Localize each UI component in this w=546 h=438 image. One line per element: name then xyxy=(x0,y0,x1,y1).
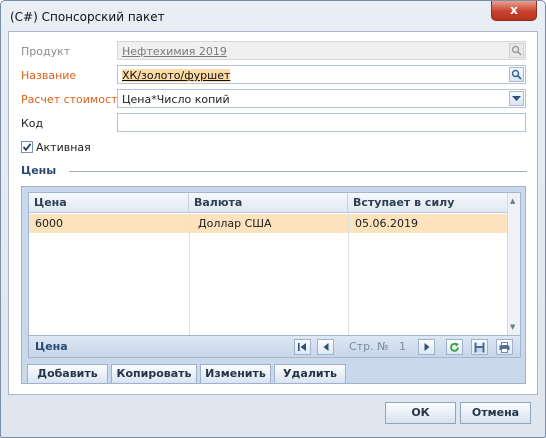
code-label: Код xyxy=(21,117,44,130)
product-label: Продукт xyxy=(21,45,71,58)
column-header-effective-date[interactable]: Вступает в силу xyxy=(348,193,509,213)
cost-calculation-select[interactable]: Цена*Число копий xyxy=(117,89,526,108)
grid-vertical-scrollbar[interactable]: ▲ ▼ xyxy=(507,193,520,335)
cost-calculation-value: Цена*Число копий xyxy=(122,93,230,106)
prices-grid: Цена Валюта Вступает в силу 6000 Доллар … xyxy=(28,192,521,336)
refresh-icon xyxy=(450,342,459,352)
grid-header: Цена Валюта Вступает в силу xyxy=(29,193,509,213)
cost-calculation-label: Расчет стоимости xyxy=(21,93,125,106)
page-label: Стр. № xyxy=(349,340,389,353)
prices-section-title: Цены xyxy=(21,164,57,177)
column-divider xyxy=(348,213,349,335)
active-label[interactable]: Активная xyxy=(36,141,91,154)
first-page-icon xyxy=(298,343,306,351)
scroll-up-icon[interactable]: ▲ xyxy=(510,197,515,205)
scroll-down-icon[interactable]: ▼ xyxy=(510,323,515,331)
row-price: 6000 xyxy=(35,217,63,230)
row-effective-date: 05.06.2019 xyxy=(355,217,418,230)
prices-panel: Цена Валюта Вступает в силу 6000 Доллар … xyxy=(21,186,526,384)
grid-footer-title: Цена xyxy=(35,340,68,353)
delete-button[interactable]: Удалить xyxy=(274,364,346,384)
prev-page-button[interactable] xyxy=(317,339,334,355)
refresh-button[interactable] xyxy=(446,339,463,355)
grid-footer: Цена Стр. № 1 xyxy=(28,336,521,358)
first-page-button[interactable] xyxy=(294,339,311,355)
product-value: Нефтехимия 2019 xyxy=(122,45,227,58)
cancel-button[interactable]: Отмена xyxy=(460,402,531,424)
dialog-body: Продукт Нефтехимия 2019 Название ХК/золо… xyxy=(8,31,538,395)
window-title: (C#) Спонсорский пакет xyxy=(10,10,165,24)
page-number: 1 xyxy=(399,340,406,353)
next-page-button[interactable] xyxy=(418,339,435,355)
search-icon xyxy=(511,45,522,56)
name-lookup-button[interactable] xyxy=(509,67,524,82)
chevron-right-icon xyxy=(424,343,429,351)
product-field: Нефтехимия 2019 xyxy=(117,41,526,60)
print-button[interactable] xyxy=(496,339,513,355)
active-checkbox[interactable] xyxy=(21,141,33,153)
copy-button[interactable]: Копировать xyxy=(111,364,197,384)
chevron-down-icon xyxy=(512,95,521,101)
title-bar[interactable]: (C#) Спонсорский пакет x xyxy=(1,1,545,31)
column-divider xyxy=(189,213,190,335)
save-button[interactable] xyxy=(471,339,488,355)
cost-dropdown-button[interactable] xyxy=(509,91,524,106)
chevron-left-icon xyxy=(323,343,328,351)
checkmark-icon xyxy=(22,143,32,152)
name-value: ХК/золото/фуршет xyxy=(122,69,231,82)
section-divider xyxy=(69,171,527,172)
add-button[interactable]: Добавить xyxy=(27,364,108,384)
search-icon xyxy=(511,69,522,80)
edit-button[interactable]: Изменить xyxy=(200,364,271,384)
code-input[interactable] xyxy=(117,113,526,132)
column-header-currency[interactable]: Валюта xyxy=(189,193,348,213)
ok-button[interactable]: ОК xyxy=(385,402,456,424)
close-button[interactable]: x xyxy=(491,1,537,21)
column-header-price[interactable]: Цена xyxy=(29,193,189,213)
name-label: Название xyxy=(21,69,77,82)
product-lookup-button xyxy=(509,43,524,58)
dialog-window: (C#) Спонсорский пакет x Продукт Нефтехи… xyxy=(0,0,546,438)
name-field[interactable]: ХК/золото/фуршет xyxy=(117,65,526,84)
row-currency: Доллар США xyxy=(198,217,272,230)
save-icon xyxy=(474,342,485,352)
print-icon xyxy=(499,341,510,353)
table-row[interactable]: 6000 Доллар США 05.06.2019 xyxy=(29,214,509,233)
